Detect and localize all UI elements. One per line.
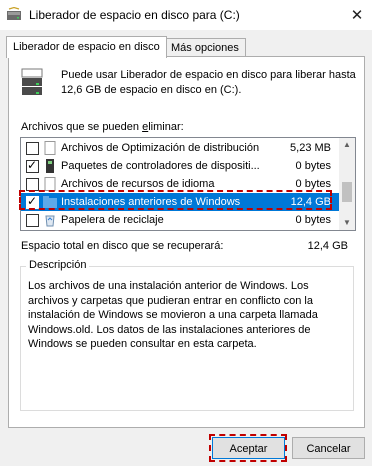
info-text: Puede usar Liberador de espacio en disco… [61,69,356,96]
item-name: Paquetes de controladores de dispositi..… [61,160,260,172]
list-scrollbar[interactable]: ▲ ▼ [339,138,355,230]
cancel-button[interactable]: Cancelar [292,437,365,459]
item-size: 5,23 MB [290,142,331,154]
item-checkbox[interactable] [26,194,39,209]
item-size: 0 bytes [295,178,331,190]
tab-label: Liberador de espacio en disco [13,41,160,53]
disk-cleanup-icon [7,7,21,20]
total-space-label: Espacio total en disco que se recuperará… [21,240,224,252]
tab-disk-cleanup[interactable]: Liberador de espacio en disco [6,36,167,58]
recycle-bin-icon [45,215,55,227]
files-listbox[interactable]: Archivos de Optimización de distribución… [20,137,356,231]
item-checkbox[interactable] [26,158,39,173]
description-text: Los archivos de una instalación anterior… [28,280,318,351]
item-checkbox[interactable] [26,178,39,191]
description-title: Descripción [26,259,90,271]
list-item[interactable]: Paquetes de controladores de dispositi..… [21,157,339,175]
item-name: Archivos de recursos de idioma [61,178,215,190]
windows-folder-icon [43,196,57,208]
blank-file-icon [44,177,56,191]
title-bar: Liberador de espacio en disco para (C:) … [0,0,372,30]
list-item[interactable]: Archivos de recursos de idioma 0 bytes [21,175,339,193]
scroll-thumb[interactable] [342,182,352,202]
blank-file-icon [44,141,56,155]
item-size: 0 bytes [295,160,331,172]
list-item[interactable]: Archivos de Optimización de distribución… [21,139,339,157]
item-checkbox[interactable] [26,214,39,227]
scroll-up-icon[interactable]: ▲ [339,138,355,152]
item-size: 12,4 GB [290,196,331,208]
item-name: Instalaciones anteriores de Windows [61,196,241,208]
list-item-selected[interactable]: Instalaciones anteriores de Windows 12,4… [21,193,339,211]
driver-package-icon [46,159,54,173]
total-space-value: 12,4 GB [307,240,348,252]
window-title: Liberador de espacio en disco para (C:) [29,8,240,22]
hard-drive-icon [21,68,43,95]
item-name: Papelera de reciclaje [61,214,164,226]
item-checkbox[interactable] [26,142,39,155]
close-icon: ✕ [350,7,364,24]
tab-more-options[interactable]: Más opciones [164,38,246,57]
item-name: Archivos de Optimización de distribución [61,142,260,154]
list-item[interactable]: Papelera de reciclaje 0 bytes [21,211,339,229]
tab-label: Más opciones [171,42,239,54]
close-button[interactable]: ✕ [342,0,372,30]
files-list-label: Archivos que se pueden eliminar: [21,121,184,133]
scroll-down-icon[interactable]: ▼ [339,216,355,230]
item-size: 0 bytes [295,214,331,226]
ok-button[interactable]: Aceptar [212,437,285,459]
